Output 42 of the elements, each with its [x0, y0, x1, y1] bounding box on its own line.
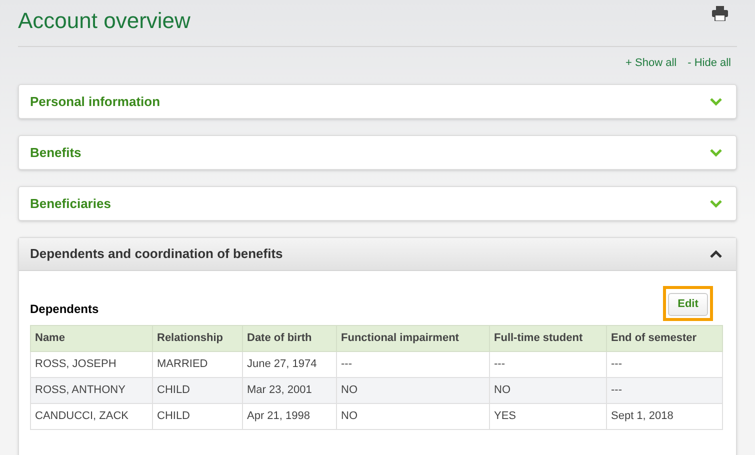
- edit-button[interactable]: Edit: [668, 292, 708, 316]
- chevron-down-icon[interactable]: [709, 198, 723, 208]
- column-header: End of semester: [606, 325, 722, 352]
- accordion-header[interactable]: Dependents and coordination of benefits: [19, 238, 736, 271]
- section-title: Dependents and coordination of benefits: [30, 245, 283, 264]
- table-cell: NO: [490, 377, 606, 404]
- table-cell: CHILD: [152, 403, 242, 430]
- table-cell: ---: [336, 351, 490, 378]
- section-title: Benefits: [30, 144, 82, 162]
- table-cell: YES: [490, 403, 606, 430]
- column-header: Full-time student: [490, 325, 606, 352]
- column-header: Name: [30, 325, 152, 352]
- section-title: Personal information: [30, 92, 160, 111]
- chevron-down-icon[interactable]: [709, 96, 723, 106]
- table-cell: Apr 21, 1998: [242, 403, 336, 430]
- table-cell: Mar 23, 2001: [242, 377, 336, 404]
- printer-icon[interactable]: [712, 6, 728, 21]
- column-header: Relationship: [152, 325, 242, 352]
- subsection-title: Dependents: [30, 300, 99, 318]
- table-cell: NO: [336, 377, 490, 404]
- table-cell: CHILD: [152, 377, 242, 404]
- toggle-link[interactable]: + Show all: [626, 55, 677, 84]
- toggle-link[interactable]: - Hide all: [688, 55, 731, 84]
- table-cell: Sept 1, 2018: [606, 403, 722, 430]
- column-header: Date of birth: [242, 325, 336, 352]
- table-cell: NO: [336, 403, 490, 430]
- chevron-up-icon[interactable]: [709, 249, 723, 259]
- table-cell: ---: [490, 351, 606, 378]
- table-cell: ROSS, ANTHONY: [30, 377, 152, 404]
- accordion-header[interactable]: Benefits: [19, 136, 736, 169]
- accordion-header[interactable]: Personal information: [19, 85, 736, 118]
- chevron-down-icon[interactable]: [709, 148, 723, 158]
- table-cell: ---: [606, 351, 722, 378]
- table-cell: June 27, 1974: [242, 351, 336, 378]
- table-cell: ---: [606, 377, 722, 404]
- table-cell: ROSS, JOSEPH: [30, 351, 152, 378]
- section-title: Beneficiaries: [30, 194, 111, 213]
- accordion-header[interactable]: Beneficiaries: [19, 187, 736, 220]
- table-cell: MARRIED: [152, 351, 242, 378]
- page-title: Account overview: [18, 10, 190, 32]
- column-header: Functional impairment: [336, 325, 490, 352]
- table-cell: CANDUCCI, ZACK: [30, 403, 152, 430]
